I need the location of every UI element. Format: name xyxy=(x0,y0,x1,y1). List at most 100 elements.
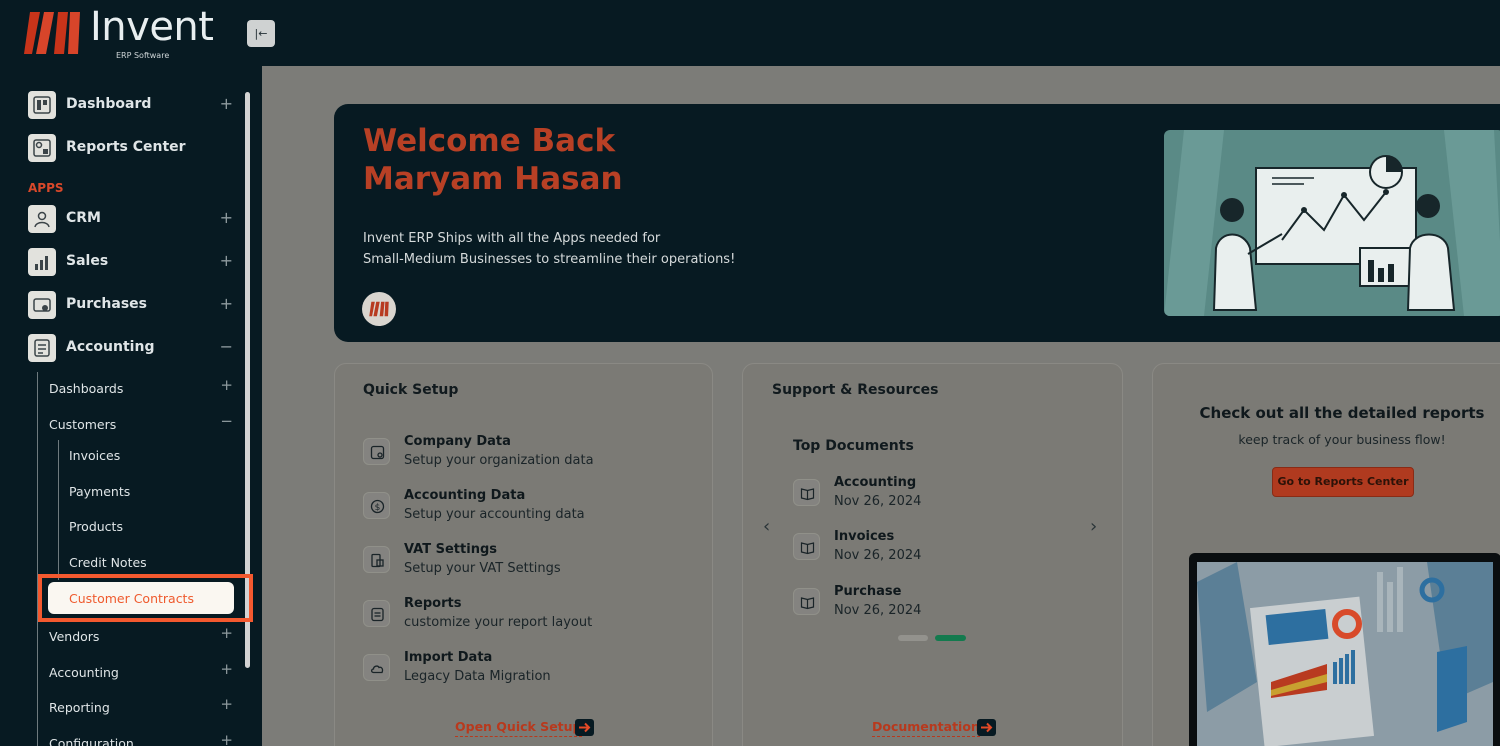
chevron-left-icon[interactable]: ‹ xyxy=(763,516,770,537)
sidebar-item-purchases[interactable]: Purchases + xyxy=(28,291,233,323)
quick-setup-item-subtitle: Setup your accounting data xyxy=(404,507,585,522)
sidebar-leaf-customer-contracts[interactable]: Customer Contracts xyxy=(48,582,234,614)
sidebar-item-label: Reporting xyxy=(49,700,110,715)
sidebar-item-label: Sales xyxy=(66,253,109,269)
collapse-left-icon: |← xyxy=(254,27,268,40)
document-date: Nov 26, 2024 xyxy=(834,494,922,509)
welcome-title: Welcome Back Maryam Hasan xyxy=(363,122,623,198)
quick-setup-item-reports[interactable]: Reports customize your report layout xyxy=(363,596,683,636)
sidebar-item-accounting[interactable]: Accounting − xyxy=(28,334,233,366)
expand-plus-icon[interactable]: + xyxy=(220,731,233,746)
document-date: Nov 26, 2024 xyxy=(834,603,922,618)
sidebar-item-label: Purchases xyxy=(66,296,148,312)
quick-setup-item-title: Reports xyxy=(404,596,462,611)
carousel-dot[interactable] xyxy=(898,635,928,641)
book-icon xyxy=(793,479,820,506)
document-title: Purchase xyxy=(834,584,902,599)
sidebar-item-label: Customer Contracts xyxy=(69,591,194,606)
quick-setup-card: Quick Setup Company Data Setup your orga… xyxy=(334,363,713,746)
quick-setup-item-title: Import Data xyxy=(404,650,493,665)
expand-plus-icon[interactable]: + xyxy=(220,208,233,227)
sidebar-item-label: Customers xyxy=(49,417,117,432)
quick-setup-item-import[interactable]: Import Data Legacy Data Migration xyxy=(363,650,683,690)
welcome-title-line: Welcome Back xyxy=(363,123,616,159)
sidebar-item-label: Reports Center xyxy=(66,139,186,155)
document-item[interactable]: Invoices Nov 26, 2024 xyxy=(793,529,993,569)
logo-subtitle: ERP Software xyxy=(116,51,170,60)
collapse-minus-icon[interactable]: − xyxy=(220,337,233,356)
sidebar-item-label: Configuration xyxy=(49,736,134,746)
sidebar-item-dashboard[interactable]: Dashboard + xyxy=(28,91,233,123)
carousel-dot-active[interactable] xyxy=(935,635,966,641)
chevron-right-icon[interactable]: › xyxy=(1090,516,1097,537)
sidebar-leaf-products[interactable]: Products xyxy=(69,519,123,541)
top-documents-title: Top Documents xyxy=(793,438,914,454)
sidebar-subitem-vendors[interactable]: Vendors + xyxy=(49,624,233,648)
apps-section-label: APPS xyxy=(28,181,64,195)
quick-setup-item-title: VAT Settings xyxy=(404,542,497,557)
sidebar-subitem-dashboards[interactable]: Dashboards + xyxy=(49,376,233,400)
sidebar-item-label: Dashboard xyxy=(66,96,152,112)
user-name: Maryam Hasan xyxy=(363,161,623,197)
quick-setup-item-accounting[interactable]: $ Accounting Data Setup your accounting … xyxy=(363,488,683,528)
sidebar-subitem-configuration[interactable]: Configuration + xyxy=(49,731,233,746)
expand-plus-icon[interactable]: + xyxy=(220,376,233,394)
dashboard-icon xyxy=(28,91,56,119)
sidebar-subitem-accounting[interactable]: Accounting + xyxy=(49,660,233,684)
expand-plus-icon[interactable]: + xyxy=(220,660,233,678)
quick-setup-item-subtitle: customize your report layout xyxy=(404,615,593,630)
quick-setup-item-company[interactable]: Company Data Setup your organization dat… xyxy=(363,434,683,474)
document-title: Invoices xyxy=(834,529,895,544)
invent-logo-icon xyxy=(24,12,80,54)
arrow-right-icon[interactable] xyxy=(575,719,594,736)
book-icon xyxy=(793,588,820,615)
arrow-right-icon[interactable] xyxy=(977,719,996,736)
tree-line xyxy=(58,440,59,580)
cloud-icon xyxy=(363,654,390,681)
sidebar-item-crm[interactable]: CRM + xyxy=(28,205,233,237)
brand-badge xyxy=(362,292,396,326)
support-title: Support & Resources xyxy=(772,382,939,398)
reports-subtitle: keep track of your business flow! xyxy=(1238,432,1446,447)
sidebar: Invent ERP Software Dashboard + Reports … xyxy=(0,0,262,746)
open-quick-setup-link[interactable]: Open Quick Setup xyxy=(455,719,582,737)
sidebar-leaf-invoices[interactable]: Invoices xyxy=(69,448,120,470)
sidebar-subitem-customers[interactable]: Customers − xyxy=(49,412,233,436)
collapse-minus-icon[interactable]: − xyxy=(220,412,233,430)
description-line: Small-Medium Businesses to streamline th… xyxy=(363,252,736,267)
quick-setup-item-vat[interactable]: VAT Settings Setup your VAT Settings xyxy=(363,542,683,582)
sidebar-item-label: Vendors xyxy=(49,629,100,644)
laptop-illustration xyxy=(1189,553,1500,746)
welcome-description: Invent ERP Ships with all the Apps neede… xyxy=(363,228,783,270)
accounting-icon xyxy=(28,334,56,362)
dollar-coin-icon: $ xyxy=(363,492,390,519)
quick-setup-item-subtitle: Setup your VAT Settings xyxy=(404,561,561,576)
quick-setup-item-title: Company Data xyxy=(404,434,511,449)
invent-logo-icon xyxy=(369,301,389,317)
reports-dashboard-image xyxy=(1197,562,1493,746)
sidebar-leaf-payments[interactable]: Payments xyxy=(69,484,130,506)
quick-setup-title: Quick Setup xyxy=(363,382,459,398)
tree-line xyxy=(37,372,38,746)
reports-center-icon xyxy=(28,134,56,162)
svg-text:$: $ xyxy=(375,503,381,513)
go-to-reports-center-button[interactable]: Go to Reports Center xyxy=(1272,467,1414,497)
collapse-sidebar-button[interactable]: |← xyxy=(247,20,275,47)
quick-setup-item-subtitle: Setup your organization data xyxy=(404,453,594,468)
documentation-link[interactable]: Documentation xyxy=(872,719,980,737)
reports-title: Check out all the detailed reports xyxy=(1199,404,1485,422)
expand-plus-icon[interactable]: + xyxy=(220,251,233,270)
sidebar-subitem-reporting[interactable]: Reporting + xyxy=(49,695,233,719)
sidebar-item-label: Accounting xyxy=(49,665,119,680)
expand-plus-icon[interactable]: + xyxy=(220,294,233,313)
expand-plus-icon[interactable]: + xyxy=(220,624,233,642)
expand-plus-icon[interactable]: + xyxy=(220,94,233,113)
sidebar-item-sales[interactable]: Sales + xyxy=(28,248,233,280)
expand-plus-icon[interactable]: + xyxy=(220,695,233,713)
building-icon xyxy=(363,438,390,465)
description-line: Invent ERP Ships with all the Apps neede… xyxy=(363,231,661,246)
document-item[interactable]: Accounting Nov 26, 2024 xyxy=(793,475,993,515)
sidebar-item-reports-center[interactable]: Reports Center xyxy=(28,134,233,166)
quick-setup-item-title: Accounting Data xyxy=(404,488,526,503)
document-item[interactable]: Purchase Nov 26, 2024 xyxy=(793,584,993,624)
